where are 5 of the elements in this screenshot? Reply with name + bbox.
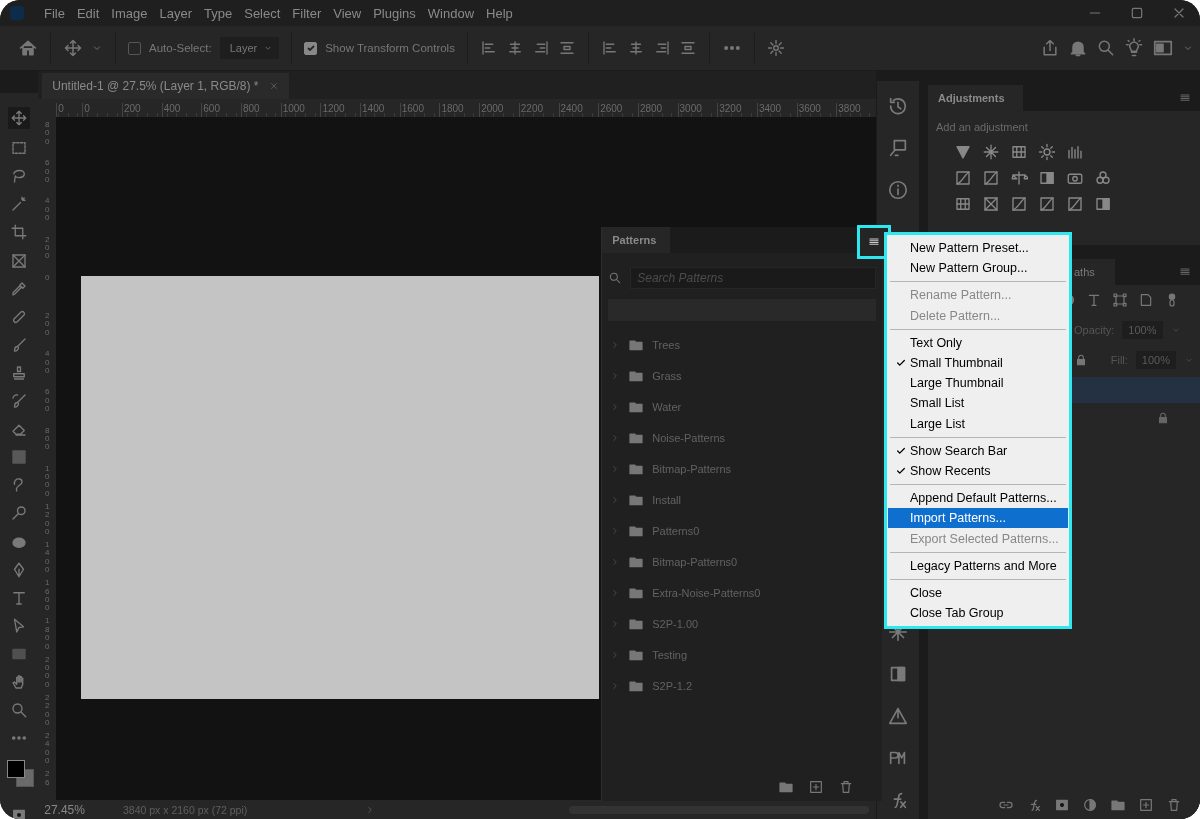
auto-select-label: Auto-Select: — [149, 42, 212, 54]
zoom-level: 27.45% — [44, 802, 85, 817]
document-title: Untitled-1 @ 27.5% (Layer 1, RGB/8) * — [52, 79, 259, 93]
transform-controls-label: Show Transform Controls — [325, 42, 455, 54]
adjustments-hint: Add an adjustment — [935, 120, 1029, 135]
